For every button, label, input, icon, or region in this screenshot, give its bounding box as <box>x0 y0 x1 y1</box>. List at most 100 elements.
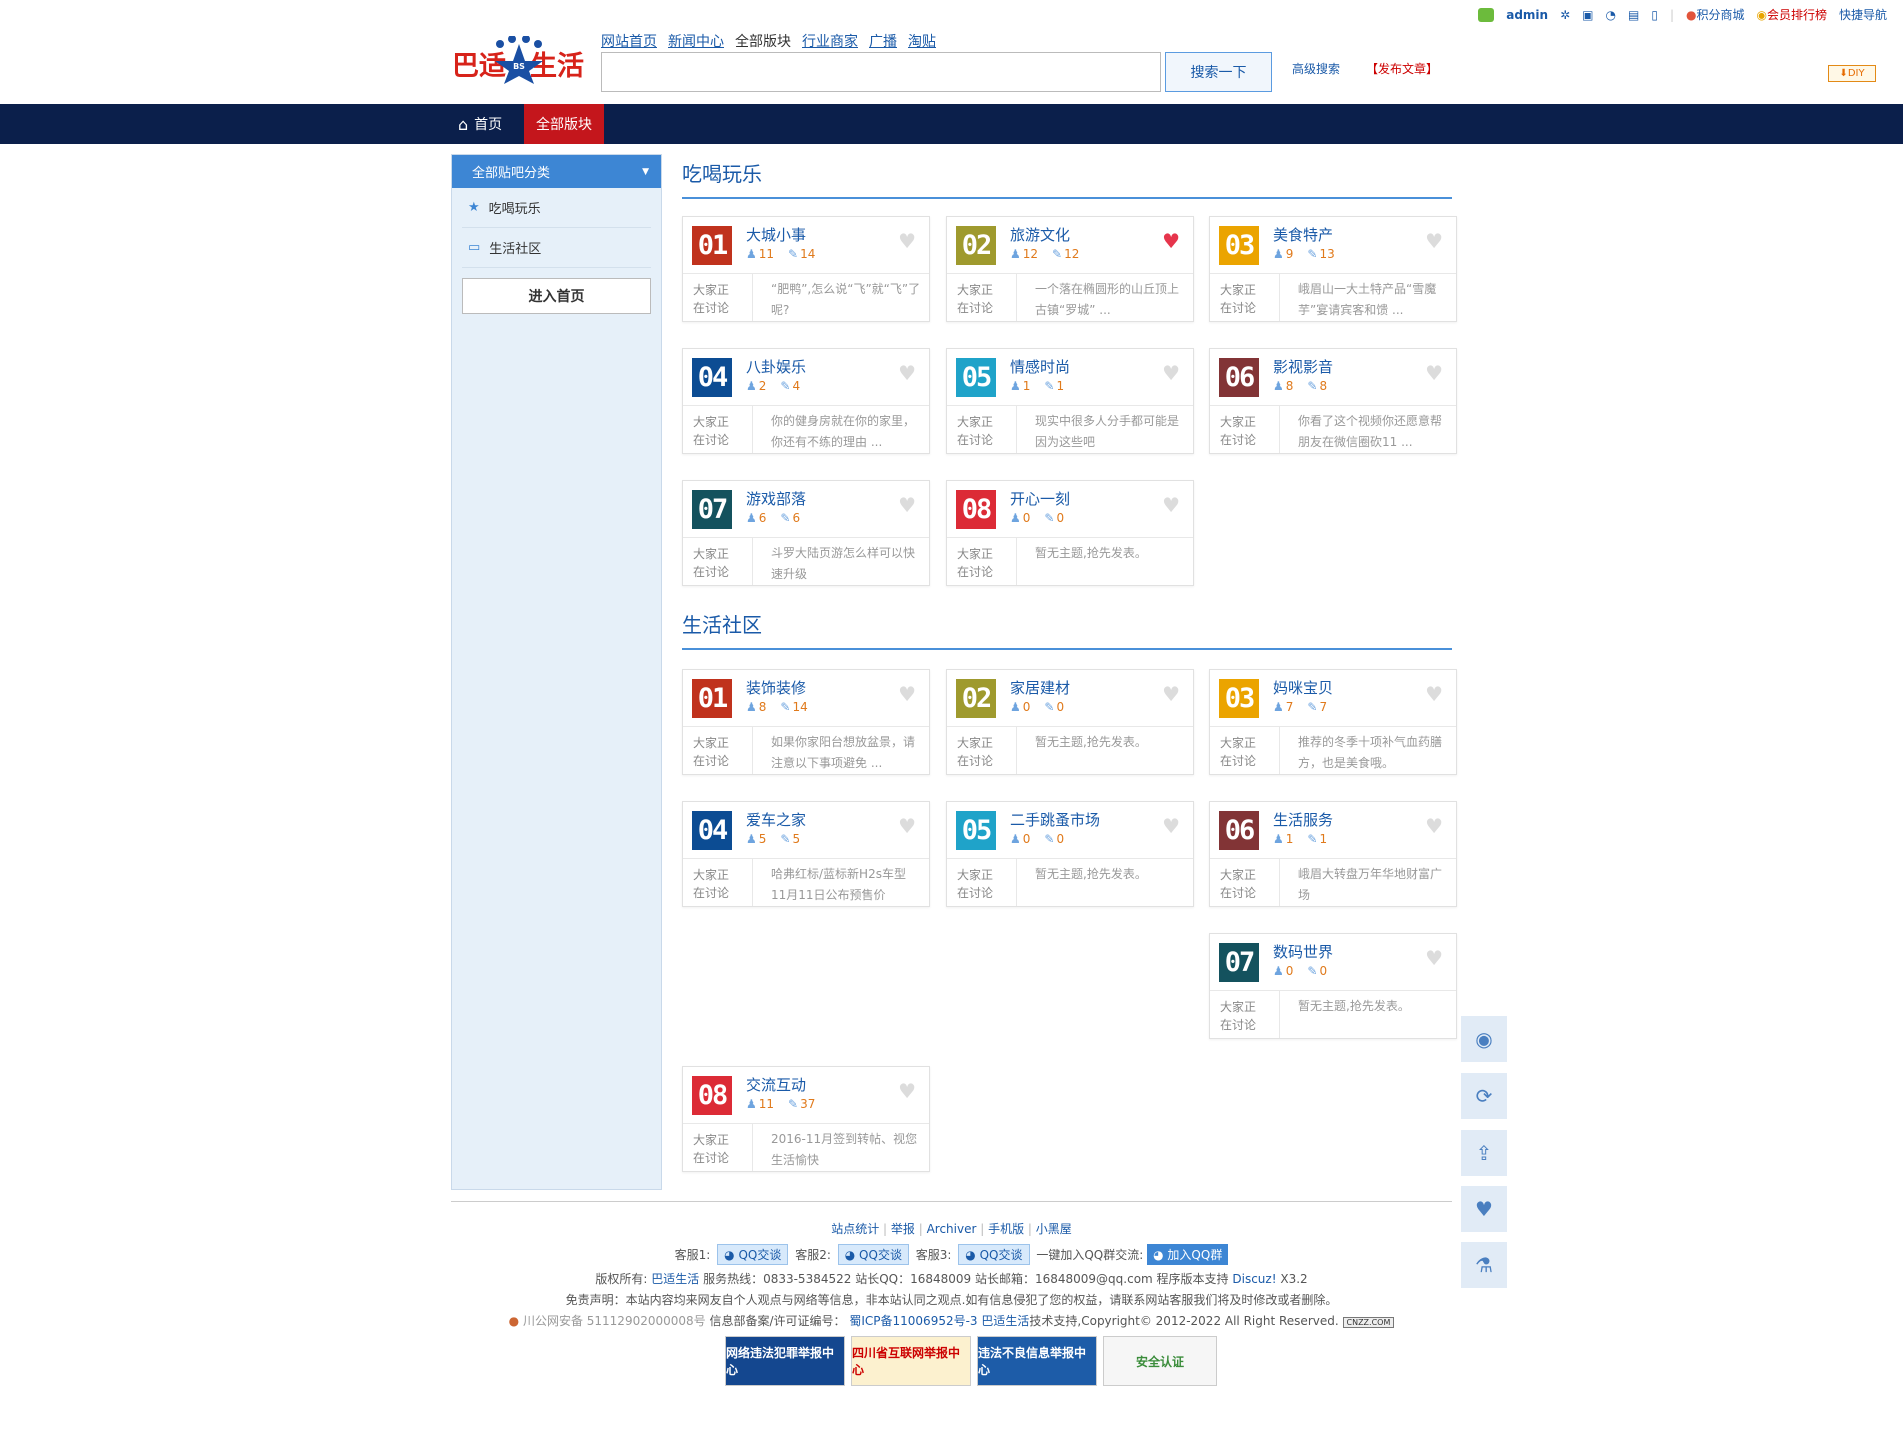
qq-chat-button-2[interactable]: ◕ QQ交谈 <box>837 1244 909 1265</box>
forum-name-link[interactable]: 情感时尚 <box>1010 358 1070 376</box>
forum-card[interactable]: 05 二手跳蚤市场 ♟ 0 ✎ 0 ♥ 大家正 在讨论 暂无主题,抢先发表。 <box>946 801 1194 907</box>
latest-thread-link[interactable]: 现实中很多人分手都可能是因为这些吧 <box>1017 406 1193 453</box>
forum-name-link[interactable]: 大城小事 <box>746 226 806 244</box>
heart-icon[interactable]: ♥ <box>1425 361 1443 385</box>
points-shop-link[interactable]: ●积分商城 <box>1686 6 1745 23</box>
forum-name-link[interactable]: 美食特产 <box>1273 226 1333 244</box>
forum-name-link[interactable]: 家居建材 <box>1010 679 1070 697</box>
latest-thread-link[interactable]: 峨眉山一大土特产品“雪魔芋”宴请宾客和馈 ... <box>1280 274 1456 321</box>
heart-icon[interactable]: ♥ <box>898 1079 916 1103</box>
forum-name-link[interactable]: 生活服务 <box>1273 811 1333 829</box>
post-article-link[interactable]: 【发布文章】 <box>1366 60 1438 77</box>
latest-thread-link[interactable]: 暂无主题,抢先发表。 <box>1017 859 1193 906</box>
forum-card[interactable]: 05 情感时尚 ♟ 1 ✎ 1 ♥ 大家正 在讨论 现实中很多人分手都可能是因为这些吧 <box>946 348 1194 454</box>
site-name-link[interactable]: 巴适生活 <box>651 1272 699 1286</box>
latest-thread-link[interactable]: “肥鸭”,怎么说“飞”就“飞”了呢? <box>753 274 929 321</box>
latest-thread-link[interactable]: 你看了这个视频你还愿意帮朋友在微信圈砍11 ... <box>1280 406 1456 453</box>
sidebar-header[interactable]: 全部贴吧分类 ▼ <box>452 155 661 188</box>
discuz-link[interactable]: Discuz! <box>1232 1272 1276 1286</box>
forum-card[interactable]: 06 影视影音 ♟ 8 ✎ 8 ♥ 大家正 在讨论 你看了这个视频你还愿意帮朋友在微信圈砍11 .… <box>1209 348 1457 454</box>
heart-icon[interactable]: ♥ <box>898 361 916 385</box>
latest-thread-link[interactable]: 如果你家阳台想放盆景，请注意以下事项避免 ... <box>753 727 929 774</box>
search-button[interactable]: 搜索一下 <box>1165 52 1272 92</box>
forum-card[interactable]: 02 家居建材 ♟ 0 ✎ 0 ♥ 大家正 在讨论 暂无主题,抢先发表。 <box>946 669 1194 775</box>
heart-icon[interactable]: ♥ <box>1162 682 1180 706</box>
diy-button[interactable]: ⬇ DIY <box>1828 65 1876 82</box>
footer-link[interactable]: 小黑屋 <box>1036 1222 1072 1236</box>
forum-card[interactable]: 07 数码世界 ♟ 0 ✎ 0 ♥ 大家正 在讨论 暂无主题,抢先发表。 <box>1209 933 1457 1039</box>
shop-icon[interactable]: ▤ <box>1628 8 1639 22</box>
heart-icon[interactable]: ♥ <box>1425 682 1443 706</box>
footer-link[interactable]: 手机版 <box>988 1222 1024 1236</box>
forum-card[interactable]: 03 美食特产 ♟ 9 ✎ 13 ♥ 大家正 在讨论 峨眉山一大土特产品“雪魔芋”宴请宾客和馈 .… <box>1209 216 1457 322</box>
latest-thread-link[interactable]: 2016-11月签到转帖、视您生活愉快 <box>753 1124 929 1171</box>
latest-thread-link[interactable]: 推荐的冬季十项补气血药膳方，也是美食哦。 <box>1280 727 1456 774</box>
forum-name-link[interactable]: 装饰装修 <box>746 679 806 697</box>
qq-chat-button-1[interactable]: ◕ QQ交谈 <box>717 1244 789 1265</box>
heart-icon[interactable]: ♥ <box>1425 946 1443 970</box>
forum-card[interactable]: 01 装饰装修 ♟ 8 ✎ 14 ♥ 大家正 在讨论 如果你家阳台想放盆景，请注意以下事项避免 .… <box>682 669 930 775</box>
heart-icon[interactable]: ♥ <box>1425 814 1443 838</box>
heart-icon[interactable]: ♥ <box>898 682 916 706</box>
rank-link[interactable]: ◉会员排行榜 <box>1756 6 1827 23</box>
advanced-search-link[interactable]: 高级搜索 <box>1292 60 1340 77</box>
gift-icon[interactable]: ▣ <box>1582 8 1593 22</box>
latest-thread-link[interactable]: 一个落在椭圆形的山丘顶上古镇“罗城” ... <box>1017 274 1193 321</box>
heart-icon[interactable]: ♥ <box>1162 814 1180 838</box>
badge-cybercrime[interactable]: 网络违法犯罪举报中心 <box>725 1336 845 1386</box>
quick-nav-item[interactable]: 网站首页 <box>601 31 657 51</box>
latest-thread-link[interactable]: 暂无主题,抢先发表。 <box>1280 991 1456 1038</box>
forum-name-link[interactable]: 数码世界 <box>1273 943 1333 961</box>
chat-icon[interactable]: ♥ <box>1461 1186 1507 1232</box>
bell-icon[interactable]: ◔ <box>1606 8 1616 22</box>
footer-link[interactable]: 站点统计 <box>831 1222 879 1236</box>
settings-icon[interactable]: ✲ <box>1560 8 1570 22</box>
sidebar-item-food[interactable]: ★ 吃喝玩乐 <box>462 188 651 228</box>
share-icon[interactable]: ⇪ <box>1461 1130 1507 1176</box>
badge-illegal-info[interactable]: 违法不良信息举报中心 <box>977 1336 1097 1386</box>
forum-name-link[interactable]: 交流互动 <box>746 1076 806 1094</box>
mobile-icon[interactable]: ▯ <box>1651 8 1658 22</box>
join-qq-group-button[interactable]: ◕ 加入QQ群 <box>1147 1244 1229 1265</box>
site-logo[interactable]: 巴适 生活 BS <box>452 36 587 84</box>
forum-card[interactable]: 08 开心一刻 ♟ 0 ✎ 0 ♥ 大家正 在讨论 暂无主题,抢先发表。 <box>946 480 1194 586</box>
forum-name-link[interactable]: 开心一刻 <box>1010 490 1070 508</box>
heart-icon[interactable]: ♥ <box>1162 229 1180 253</box>
enter-home-button[interactable]: 进入首页 <box>462 278 651 314</box>
forum-name-link[interactable]: 游戏部落 <box>746 490 806 508</box>
heart-icon[interactable]: ♥ <box>1162 361 1180 385</box>
forum-name-link[interactable]: 爱车之家 <box>746 811 806 829</box>
badge-security[interactable]: 安全认证 <box>1103 1336 1217 1386</box>
forum-card[interactable]: 08 交流互动 ♟ 11 ✎ 37 ♥ 大家正 在讨论 2016-11月签到转帖、视您生活愉快 <box>682 1066 930 1172</box>
quick-nav-item[interactable]: 新闻中心 <box>668 31 724 51</box>
latest-thread-link[interactable]: 峨眉大转盘万年华地财富广场 <box>1280 859 1456 906</box>
forum-name-link[interactable]: 旅游文化 <box>1010 226 1070 244</box>
latest-thread-link[interactable]: 你的健身房就在你的家里，你还有不练的理由 ... <box>753 406 929 453</box>
icp-link[interactable]: 蜀ICP备11006952号-3 <box>849 1314 977 1328</box>
heart-icon[interactable]: ♥ <box>1425 229 1443 253</box>
heart-icon[interactable]: ♥ <box>1162 493 1180 517</box>
forum-card[interactable]: 02 旅游文化 ♟ 12 ✎ 12 ♥ 大家正 在讨论 一个落在椭圆形的山丘顶上古镇“罗城” ..… <box>946 216 1194 322</box>
forum-card[interactable]: 04 八卦娱乐 ♟ 2 ✎ 4 ♥ 大家正 在讨论 你的健身房就在你的家里，你还有不练的理由 ..… <box>682 348 930 454</box>
forum-card[interactable]: 04 爱车之家 ♟ 5 ✎ 5 ♥ 大家正 在讨论 哈弗红标/蓝标新H2s车型11月11日公布预售… <box>682 801 930 907</box>
latest-thread-link[interactable]: 哈弗红标/蓝标新H2s车型11月11日公布预售价 <box>753 859 929 906</box>
nav-home[interactable]: ⌂ 首页 <box>452 104 508 144</box>
footer-link[interactable]: Archiver <box>927 1222 977 1236</box>
quick-nav-item[interactable]: 行业商家 <box>802 31 858 51</box>
user-avatar-icon[interactable] <box>1478 7 1495 22</box>
location-icon[interactable]: ◉ <box>1461 1016 1507 1062</box>
quick-nav-item[interactable]: 淘贴 <box>908 31 936 51</box>
forum-name-link[interactable]: 八卦娱乐 <box>746 358 806 376</box>
sidebar-item-life[interactable]: ▭ 生活社区 <box>462 228 651 268</box>
latest-thread-link[interactable]: 暂无主题,抢先发表。 <box>1017 727 1193 774</box>
latest-thread-link[interactable]: 暂无主题,抢先发表。 <box>1017 538 1193 585</box>
flask-icon[interactable]: ⚗ <box>1461 1242 1507 1288</box>
footer-link[interactable]: 举报 <box>891 1222 915 1236</box>
quick-nav-link[interactable]: 快捷导航 <box>1839 6 1887 23</box>
forum-card[interactable]: 03 妈咪宝贝 ♟ 7 ✎ 7 ♥ 大家正 在讨论 推荐的冬季十项补气血药膳方，也是美食哦。 <box>1209 669 1457 775</box>
heart-icon[interactable]: ♥ <box>898 229 916 253</box>
police-record-text[interactable]: 川公网安备 51112902000008号 <box>523 1314 706 1328</box>
qq-chat-button-3[interactable]: ◕ QQ交谈 <box>958 1244 1030 1265</box>
search-input[interactable] <box>601 52 1161 92</box>
cnzz-badge[interactable]: CNZZ.COM <box>1342 1317 1395 1328</box>
